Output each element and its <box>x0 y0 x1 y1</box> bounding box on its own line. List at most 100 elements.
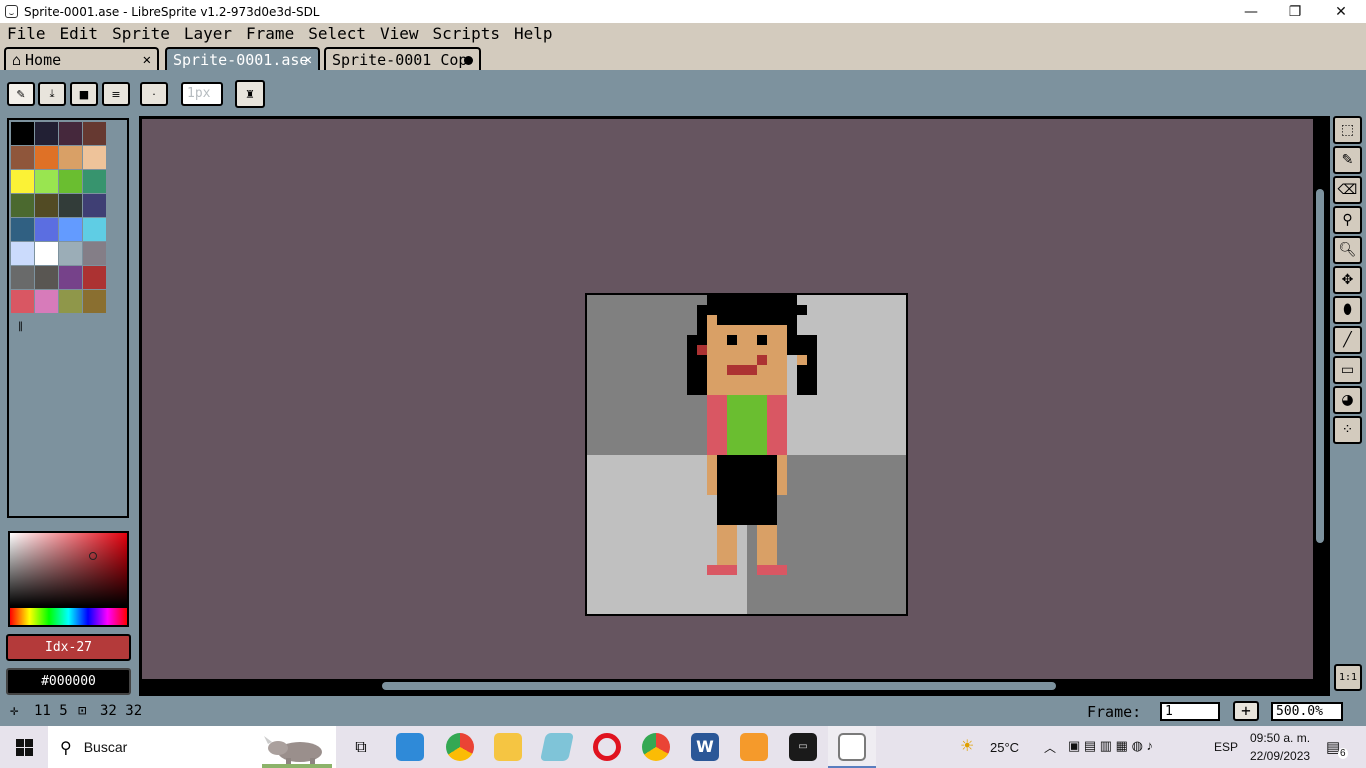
foreground-color-button[interactable]: Idx-27 <box>6 634 131 661</box>
sprite-editor[interactable] <box>139 116 1330 696</box>
palette-swatch[interactable] <box>83 290 106 313</box>
vscode-icon[interactable] <box>396 733 424 761</box>
word-icon[interactable]: W <box>691 733 719 761</box>
eraser-tool-icon[interactable]: ⌫ <box>1333 176 1362 204</box>
sprite-canvas[interactable] <box>585 293 908 616</box>
pencil-tool-icon[interactable]: ✎ <box>1333 146 1362 174</box>
menu-select[interactable]: Select <box>301 24 373 43</box>
palette-swatch[interactable] <box>35 170 58 193</box>
palette-swatch[interactable] <box>11 290 34 313</box>
saturation-value-box[interactable] <box>10 533 127 606</box>
zoom-tool-icon[interactable]: 🔍︎ <box>1333 236 1362 264</box>
palette-swatch[interactable] <box>11 170 34 193</box>
tab-home[interactable]: ⌂ Home ✕ <box>4 47 159 71</box>
taskbar-search[interactable]: ⚲ Buscar <box>48 726 336 768</box>
palette-swatch[interactable] <box>11 242 34 265</box>
horizontal-scrollbar[interactable] <box>382 682 1056 690</box>
palette-swatch[interactable] <box>35 122 58 145</box>
add-frame-button[interactable]: + <box>1233 701 1259 721</box>
app-icon[interactable] <box>540 733 574 761</box>
palette-swatch[interactable] <box>35 266 58 289</box>
palette-swatch[interactable] <box>59 218 82 241</box>
close-button[interactable]: ✕ <box>1318 0 1364 23</box>
clock-date[interactable]: 22/09/2023 <box>1250 749 1310 763</box>
vertical-scrollbar[interactable] <box>1316 189 1324 543</box>
palette-swatch[interactable] <box>11 146 34 169</box>
move-tool-icon[interactable]: ✥ <box>1333 266 1362 294</box>
palette-swatch[interactable] <box>11 266 34 289</box>
brush-size-input[interactable]: 1px <box>181 82 223 106</box>
tab-sprite-0001-copy[interactable]: Sprite-0001 Cop <box>324 47 481 71</box>
color-marker-icon[interactable] <box>89 552 97 560</box>
maximize-button[interactable]: ❐ <box>1272 0 1318 23</box>
menu-edit[interactable]: Edit <box>53 24 106 43</box>
palette-swatch[interactable] <box>83 218 106 241</box>
fill-tool-icon[interactable]: ⬮ <box>1333 296 1362 324</box>
tab-sprite-0001[interactable]: Sprite-0001.ase ✕ <box>165 47 320 71</box>
palette-swatch[interactable] <box>59 170 82 193</box>
menu-file[interactable]: File <box>0 24 53 43</box>
palette-swatch[interactable] <box>11 218 34 241</box>
terminal-icon[interactable]: ▭ <box>789 733 817 761</box>
task-view-icon[interactable]: ⧉ <box>343 726 379 768</box>
palette-swatch[interactable] <box>83 194 106 217</box>
frame-input[interactable]: 1 <box>1160 702 1220 721</box>
menu-layer[interactable]: Layer <box>177 24 239 43</box>
palette-swatch[interactable] <box>35 242 58 265</box>
zoom-input[interactable]: 500.0% <box>1271 702 1343 721</box>
palette-swatch[interactable] <box>59 290 82 313</box>
palette-swatch[interactable] <box>35 146 58 169</box>
palette-swatch[interactable] <box>59 146 82 169</box>
palette-swatch[interactable] <box>59 122 82 145</box>
clock-time[interactable]: 09:50 a. m. <box>1250 731 1310 745</box>
palette-swatch[interactable] <box>83 242 106 265</box>
opera-icon[interactable] <box>593 733 621 761</box>
brush-shape-icon[interactable]: · <box>140 82 168 106</box>
show-hidden-icons-icon[interactable]: ︿ <box>1044 739 1056 756</box>
language-indicator[interactable]: ESP <box>1214 740 1238 754</box>
palette-swatch[interactable] <box>35 194 58 217</box>
xampp-icon[interactable] <box>740 733 768 761</box>
brush-pin-icon[interactable]: ⤓ <box>38 82 66 106</box>
color-picker[interactable] <box>8 531 129 627</box>
tray-icons[interactable]: ▣ ▤ ▥ ▦ ◍ ♪ <box>1068 738 1153 754</box>
zoom-reset-button[interactable]: 1:1 <box>1334 664 1362 691</box>
marquee-tool-icon[interactable]: ⬚ <box>1333 116 1362 144</box>
eyedropper-tool-icon[interactable]: ⚲ <box>1333 206 1362 234</box>
palette-swatch[interactable] <box>11 122 34 145</box>
tab-close-icon[interactable]: ✕ <box>143 52 151 68</box>
weather-icon[interactable]: ☀ <box>960 736 974 756</box>
menu-sprite[interactable]: Sprite <box>105 24 177 43</box>
brush-square-icon[interactable]: ■ <box>70 82 98 106</box>
palette-swatch[interactable] <box>35 218 58 241</box>
line-tool-icon[interactable]: ╱ <box>1333 326 1362 354</box>
palette-swatch[interactable] <box>59 242 82 265</box>
brush-type-icon[interactable]: ✎ <box>7 82 35 106</box>
chrome-profile-icon[interactable] <box>446 733 474 761</box>
menu-frame[interactable]: Frame <box>239 24 301 43</box>
palette-swatch[interactable] <box>35 290 58 313</box>
chrome-icon[interactable] <box>642 733 670 761</box>
palette-swatch[interactable] <box>59 194 82 217</box>
minimize-button[interactable]: — <box>1228 0 1274 23</box>
palette-swatch[interactable] <box>83 266 106 289</box>
ink-type-icon[interactable]: ♜ <box>235 80 265 108</box>
palette-swatch[interactable] <box>11 194 34 217</box>
tab-close-icon[interactable]: ✕ <box>304 52 312 68</box>
palette-swatch[interactable] <box>83 170 106 193</box>
menu-scripts[interactable]: Scripts <box>426 24 507 43</box>
background-color-button[interactable]: #000000 <box>6 668 131 695</box>
spray-tool-icon[interactable]: ⁘ <box>1333 416 1362 444</box>
palette-resize-handle-icon[interactable]: ‖ <box>18 321 23 332</box>
contour-tool-icon[interactable]: ◕ <box>1333 386 1362 414</box>
brush-options-icon[interactable]: ≡ <box>102 82 130 106</box>
rectangle-tool-icon[interactable]: ▭ <box>1333 356 1362 384</box>
file-explorer-icon[interactable] <box>494 733 522 761</box>
palette-swatch[interactable] <box>83 122 106 145</box>
start-button[interactable] <box>0 726 48 768</box>
menu-help[interactable]: Help <box>507 24 560 43</box>
weather-temp[interactable]: 25°C <box>990 740 1019 755</box>
palette-swatch[interactable] <box>59 266 82 289</box>
palette-swatch[interactable] <box>83 146 106 169</box>
menu-view[interactable]: View <box>373 24 426 43</box>
